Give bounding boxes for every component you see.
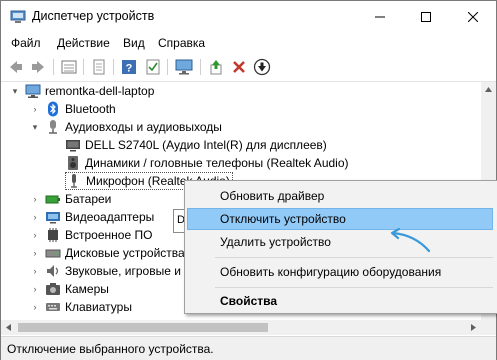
menu-properties[interactable]: Свойства	[187, 290, 493, 312]
tree-item-batteries[interactable]: Батареи	[45, 190, 111, 208]
tree-item-speakers[interactable]: Динамики / головные телефоны (Realtek Au…	[65, 154, 349, 172]
tree-item-label: Динамики / головные телефоны (Realtek Au…	[85, 156, 349, 170]
action-icon[interactable]	[143, 57, 163, 77]
expand-icon[interactable]: ›	[30, 212, 40, 222]
expand-icon[interactable]: ›	[30, 266, 40, 276]
sound-icon	[47, 265, 59, 277]
toolbar-separator	[113, 59, 114, 75]
audio-icon	[49, 120, 57, 134]
disable-icon[interactable]	[252, 57, 272, 77]
properties-icon[interactable]	[89, 57, 109, 77]
menu-help[interactable]: Справка	[158, 36, 205, 50]
bluetooth-icon	[48, 101, 58, 117]
status-bar: Отключение выбранного устройства.	[1, 336, 496, 360]
tree-item-audio-io[interactable]: Аудиовходы и аудиовыходы	[45, 118, 222, 136]
help-icon[interactable]: ?	[119, 57, 139, 77]
keyboard-icon	[46, 303, 60, 311]
show-hide-icon[interactable]	[59, 57, 79, 77]
tree-item-keyboards[interactable]: Клавиатуры	[45, 298, 132, 316]
menu-uninstall-device[interactable]: Удалить устройство	[187, 231, 493, 253]
tree-item-label: Видеоадаптеры	[65, 210, 155, 224]
menu-action[interactable]: Действие	[57, 36, 110, 50]
menu-item-label: Свойства	[220, 294, 278, 308]
toolbar-separator	[200, 59, 201, 75]
status-text: Отключение выбранного устройства.	[7, 342, 214, 356]
tree-root-label: remontka-dell-laptop	[45, 84, 155, 98]
back-icon[interactable]	[6, 57, 26, 77]
forward-icon[interactable]	[28, 57, 48, 77]
collapse-root-icon[interactable]: ▾	[10, 86, 20, 96]
title-bar: Диспетчер устройств	[1, 1, 496, 32]
scroll-up-icon[interactable]	[481, 82, 496, 97]
menu-separator	[215, 257, 493, 258]
tree-item-label: Клавиатуры	[65, 300, 132, 314]
expand-icon[interactable]: ›	[30, 194, 40, 204]
menu-view[interactable]: Вид	[123, 36, 145, 50]
tree-item-label: Bluetooth	[65, 102, 116, 116]
disk-icon	[45, 249, 61, 258]
menu-item-label: Обновить драйвер	[220, 189, 325, 203]
maximize-button[interactable]	[403, 1, 449, 32]
device-manager-app-icon	[10, 9, 26, 28]
menu-disable-device[interactable]: Отключить устройство	[187, 208, 493, 230]
monitor-icon[interactable]	[174, 57, 194, 77]
menu-item-label: Удалить устройство	[220, 235, 331, 249]
context-menu: Обновить драйвер Отключить устройство Уд…	[184, 180, 497, 314]
tree-item-label: Дисковые устройства	[65, 246, 185, 260]
toolbar-separator	[167, 59, 168, 75]
scroll-left-icon[interactable]	[1, 320, 16, 335]
uninstall-icon[interactable]	[229, 57, 249, 77]
tree-item-disk-drives[interactable]: Дисковые устройства	[45, 244, 185, 262]
menu-file[interactable]: Файл	[11, 36, 41, 50]
speaker-icon	[68, 156, 78, 170]
minimize-button[interactable]	[357, 1, 403, 32]
tree-item-label: Аудиовходы и аудиовыходы	[65, 120, 222, 134]
menu-update-driver[interactable]: Обновить драйвер	[187, 185, 493, 207]
microphone-icon	[71, 174, 77, 188]
menu-scan-hardware[interactable]: Обновить конфигурацию оборудования	[187, 261, 493, 283]
menu-separator	[215, 287, 493, 288]
window-title: Диспетчер устройств	[32, 9, 155, 23]
tree-item-bluetooth[interactable]: Bluetooth	[45, 100, 116, 118]
tree-item-label: Батареи	[65, 192, 112, 206]
tree-root[interactable]: remontka-dell-laptop	[25, 82, 154, 100]
close-button[interactable]	[450, 1, 496, 32]
computer-icon	[25, 84, 41, 98]
display-adapter-icon	[46, 212, 60, 224]
menu-item-label: Обновить конфигурацию оборудования	[220, 265, 442, 279]
tree-item-label: DELL S2740L (Аудио Intel(R) для дисплеев…	[85, 138, 327, 152]
expand-icon[interactable]: ›	[30, 302, 40, 312]
tree-item-label: Встроенное ПО	[65, 228, 153, 242]
tree-item-label: Камеры	[65, 282, 109, 296]
svg-text:?: ?	[126, 63, 133, 75]
annotation-arrow-icon	[390, 227, 431, 253]
scrollbar-corner	[481, 320, 496, 335]
update-driver-icon[interactable]	[206, 57, 226, 77]
toolbar-separator	[83, 59, 84, 75]
battery-icon	[45, 195, 60, 204]
toolbar: ?	[1, 54, 496, 82]
firmware-icon	[48, 228, 58, 242]
expand-icon[interactable]: ›	[30, 230, 40, 240]
horizontal-scrollbar[interactable]	[1, 320, 481, 335]
collapse-icon[interactable]: ▾	[30, 122, 40, 132]
display-audio-icon	[66, 140, 80, 152]
camera-icon	[46, 283, 60, 295]
menu-bar: Файл Действие Вид Справка	[1, 32, 496, 54]
tree-item-firmware[interactable]: Встроенное ПО	[45, 226, 152, 244]
expand-icon[interactable]: ›	[30, 248, 40, 258]
expand-icon[interactable]: ›	[30, 284, 40, 294]
tree-item-cameras[interactable]: Камеры	[45, 280, 109, 298]
horizontal-scroll-thumb[interactable]	[18, 323, 268, 332]
tree-item-dell-audio[interactable]: DELL S2740L (Аудио Intel(R) для дисплеев…	[65, 136, 327, 154]
expand-icon[interactable]: ›	[30, 104, 40, 114]
scroll-right-icon[interactable]	[466, 320, 481, 335]
tree-item-display-adapters[interactable]: Видеоадаптеры	[45, 208, 154, 226]
toolbar-separator	[53, 59, 54, 75]
menu-item-label: Отключить устройство	[220, 212, 346, 226]
